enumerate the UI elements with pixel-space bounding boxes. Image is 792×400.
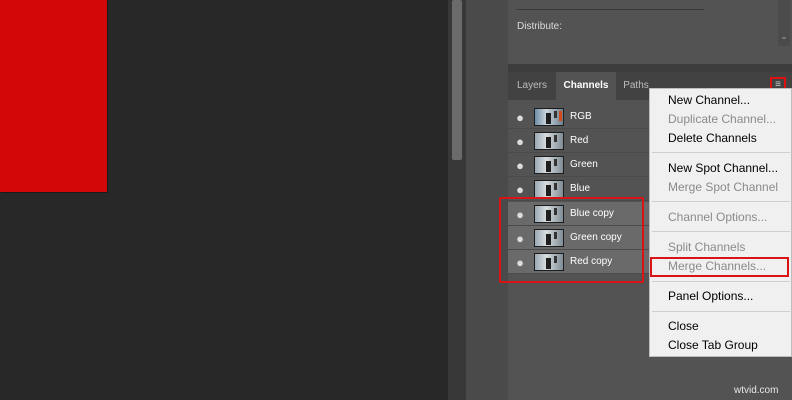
menu-separator — [652, 281, 790, 282]
menu-item-new-spot-channel[interactable]: New Spot Channel... — [668, 159, 778, 178]
merge-channels-highlight — [650, 257, 789, 277]
tab-layers[interactable]: Layers — [510, 72, 554, 100]
menu-separator — [652, 231, 790, 232]
menu-item-channel-options[interactable]: Channel Options... — [668, 208, 767, 227]
chevron-down-icon[interactable]: ⌄ — [778, 30, 790, 42]
menu-separator — [652, 311, 790, 312]
channel-thumbnail — [534, 132, 564, 150]
menu-item-merge-spot-channel[interactable]: Merge Spot Channel — [668, 178, 778, 197]
menu-item-close-tab-group[interactable]: Close Tab Group — [668, 336, 758, 355]
menu-item-duplicate-channel[interactable]: Duplicate Channel... — [668, 110, 776, 129]
menu-item-split-channels[interactable]: Split Channels — [668, 238, 745, 257]
eye-icon[interactable]: ● — [512, 130, 528, 154]
channel-thumbnail — [534, 156, 564, 174]
menu-separator — [652, 201, 790, 202]
eye-icon[interactable]: ● — [512, 154, 528, 178]
menu-separator — [652, 152, 790, 153]
channel-label: Red — [570, 135, 589, 146]
copy-channels-highlight — [499, 197, 644, 283]
channel-thumbnail — [534, 180, 564, 198]
menu-item-close[interactable]: Close — [668, 317, 699, 336]
channel-thumbnail — [534, 108, 564, 126]
menu-item-panel-options[interactable]: Panel Options... — [668, 287, 753, 306]
channel-label: RGB — [570, 111, 592, 122]
tab-channels[interactable]: Channels — [556, 72, 616, 100]
menu-item-new-channel[interactable]: New Channel... — [668, 91, 750, 110]
menu-item-delete-channels[interactable]: Delete Channels — [668, 129, 757, 148]
distribute-label: Distribute: — [517, 21, 563, 32]
eye-icon[interactable]: ● — [512, 106, 528, 130]
properties-divider — [516, 9, 704, 10]
panel-gap — [508, 64, 792, 72]
document-canvas[interactable] — [0, 0, 107, 192]
watermark: wtvid.com — [734, 385, 779, 396]
channel-label: Green — [570, 159, 598, 170]
canvas-scrollbar-thumb[interactable] — [452, 0, 462, 160]
